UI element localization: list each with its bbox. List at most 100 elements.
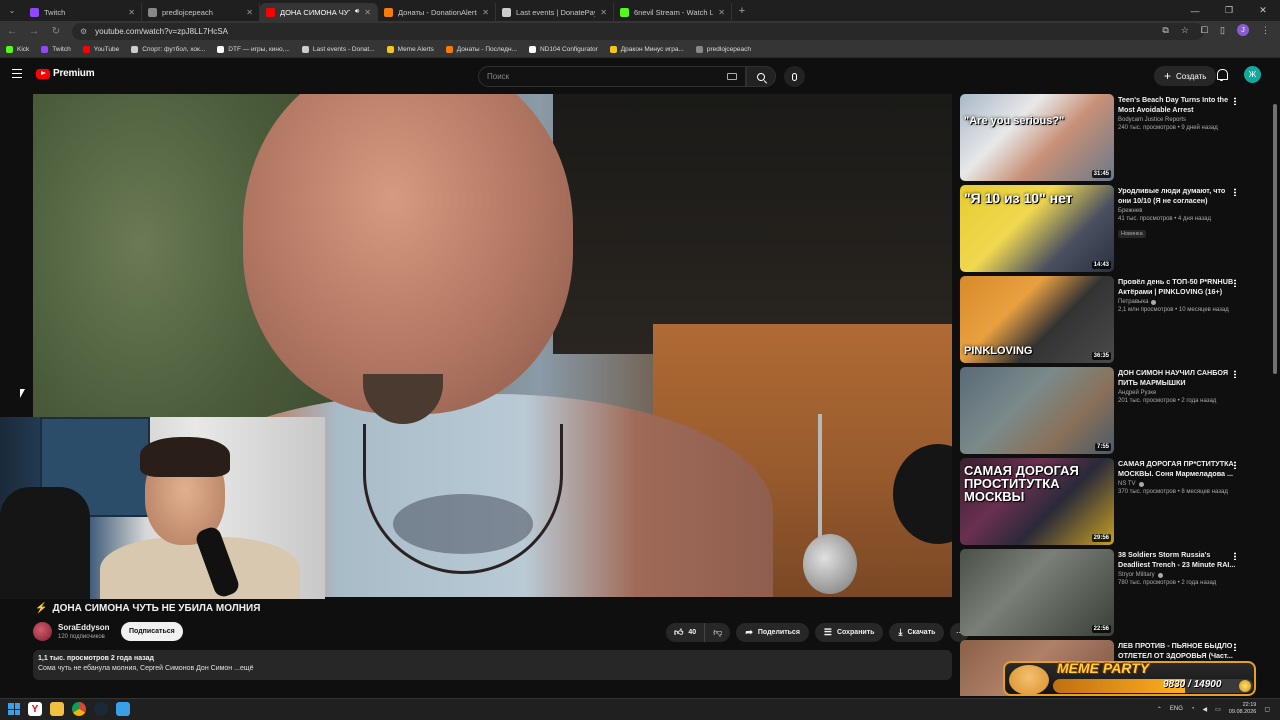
tab-close-icon[interactable]: ✕ [364, 8, 371, 17]
close-icon[interactable]: ✕ [1246, 0, 1280, 21]
extensions-icon[interactable]: ⧠ [1201, 25, 1208, 36]
video-thumbnail[interactable]: САМАЯ ДОРОГАЯ ПРОСТИТУТКА МОСКВЫ 29:56 [960, 458, 1114, 545]
browser-tab[interactable]: predlojcepeach ✕ [142, 3, 260, 21]
bookmark-item[interactable]: Дракон Минус игра... [609, 46, 684, 53]
youtube-logo[interactable]: Premium [36, 68, 95, 79]
scrollbar-thumb[interactable] [1273, 104, 1277, 374]
video-channel[interactable]: Андрей Рузке [1118, 390, 1236, 396]
video-channel[interactable]: Петравыка [1118, 299, 1236, 305]
search-button[interactable] [746, 66, 776, 87]
bookmark-star-icon[interactable]: ☆ [1181, 25, 1189, 36]
like-button[interactable]: 👍︎ 40 [666, 623, 706, 642]
battery-icon[interactable]: ▭ [1215, 706, 1221, 713]
related-video-item[interactable]: PINKLOVING 36:35 Провёл день с ТОП-50 P*RN… [960, 276, 1250, 363]
video-title[interactable]: Провёл день с ТОП-50 P*RNHUB Актёрами | … [1118, 277, 1236, 297]
tab-close-icon[interactable]: ✕ [718, 8, 725, 17]
video-channel[interactable]: Брежнев [1118, 208, 1236, 214]
bookmark-item[interactable]: Спорт: футбол, хок... [131, 46, 205, 53]
video-menu-icon[interactable] [1234, 552, 1236, 560]
bookmark-item[interactable]: Kick [6, 46, 29, 53]
share-button[interactable]: ➦ Поделиться [736, 623, 809, 642]
profile-avatar[interactable]: J [1237, 24, 1249, 36]
url-field[interactable]: ⚙ youtube.com/watch?v=zpJ8LL7HcSA [72, 23, 1204, 40]
clock[interactable]: 22:19 09.08.2026 [1229, 702, 1257, 716]
channel-avatar[interactable] [33, 622, 52, 641]
video-menu-icon[interactable] [1234, 188, 1236, 196]
new-tab-button[interactable]: + [732, 5, 752, 17]
video-menu-icon[interactable] [1234, 97, 1236, 105]
video-title[interactable]: 38 Soldiers Storm Russia's Deadliest Tre… [1118, 550, 1236, 570]
notepad-icon[interactable] [116, 702, 130, 716]
minimize-icon[interactable]: — [1178, 0, 1212, 21]
video-channel[interactable]: Stryor Military [1118, 572, 1236, 578]
install-icon[interactable]: ⧉ [1162, 25, 1168, 36]
related-video-item[interactable]: 7:55 ДОН СИМОН НАУЧИЛ САНБОЯ ПИТЬ МАРМЫШК… [960, 367, 1250, 454]
steam-icon[interactable] [94, 702, 108, 716]
video-menu-icon[interactable] [1234, 461, 1236, 469]
tab-close-icon[interactable]: ✕ [600, 8, 607, 17]
related-video-item[interactable]: "Я 10 из 10" нет 14:43 Уродливые люди дума… [960, 185, 1250, 272]
video-thumbnail[interactable]: 22:56 [960, 549, 1114, 636]
video-title[interactable]: САМАЯ ДОРОГАЯ ПР*СТИТУТКА МОСКВЫ. Соня М… [1118, 459, 1236, 479]
account-avatar[interactable]: Ж [1244, 66, 1261, 83]
bookmark-item[interactable]: Meme Alerts [386, 46, 434, 53]
video-title[interactable]: ЛЕВ ПРОТИВ - ПЬЯНОЕ БЫДЛО ОТЛЕТЕЛ ОТ ЗДО… [1118, 641, 1236, 661]
volume-icon[interactable]: ◀ [1203, 706, 1208, 713]
channel-name[interactable]: SoraEddyson [58, 623, 110, 632]
keyboard-icon[interactable] [727, 73, 737, 80]
hamburger-menu-icon[interactable] [12, 69, 22, 78]
notifications-bell-icon[interactable] [1216, 69, 1228, 81]
bookmark-item[interactable]: Last events - Donat... [301, 46, 375, 53]
file-explorer-icon[interactable] [50, 702, 64, 716]
browser-menu-icon[interactable]: ⋮ [1261, 25, 1270, 36]
video-title[interactable]: ДОН СИМОН НАУЧИЛ САНБОЯ ПИТЬ МАРМЫШКИ [1118, 368, 1236, 388]
tab-close-icon[interactable]: ✕ [128, 8, 135, 17]
browser-tab[interactable]: Twitch ✕ [24, 3, 142, 21]
related-video-item[interactable]: САМАЯ ДОРОГАЯ ПРОСТИТУТКА МОСКВЫ 29:56 САМ… [960, 458, 1250, 545]
sidebar-icon[interactable]: ▯ [1220, 25, 1225, 36]
search-input[interactable]: Поиск [478, 66, 746, 87]
page-scrollbar[interactable] [1272, 94, 1278, 696]
browser-tab[interactable]: ДОНА СИМОНА ЧУТЬ 🔊︎ ✕ [260, 3, 378, 21]
bookmark-item[interactable]: Донаты - Последн... [445, 46, 517, 53]
back-icon[interactable]: ← [6, 26, 18, 37]
related-video-item[interactable]: "Are you serious?" 31:45 Teen's Beach Day … [960, 94, 1250, 181]
video-menu-icon[interactable] [1234, 370, 1236, 378]
save-button[interactable]: ☰ Сохранить [814, 623, 884, 642]
wifi-icon[interactable]: ◔ [1191, 706, 1195, 712]
browser-tab[interactable]: 6nevil Stream - Watch Live on ✕ [614, 3, 732, 21]
chrome-icon[interactable] [72, 702, 86, 716]
tab-audio-icon[interactable]: 🔊︎ [355, 8, 359, 16]
notifications-icon[interactable]: ▢ [1264, 706, 1270, 713]
video-thumbnail[interactable]: 7:55 [960, 367, 1114, 454]
bookmark-item[interactable]: Twitch [41, 46, 71, 53]
bookmark-item[interactable]: ND104 Configurator [528, 46, 598, 53]
video-thumbnail[interactable]: "Are you serious?" 31:45 [960, 94, 1114, 181]
maximize-icon[interactable]: ❐ [1212, 0, 1246, 21]
subscribe-button[interactable]: Подписаться [121, 622, 183, 641]
yandex-browser-icon[interactable]: Y [28, 702, 42, 716]
video-thumbnail[interactable]: "Я 10 из 10" нет 14:43 [960, 185, 1114, 272]
video-thumbnail[interactable]: PINKLOVING 36:35 [960, 276, 1114, 363]
related-video-item[interactable]: 22:56 38 Soldiers Storm Russia's Deadlies… [960, 549, 1250, 636]
create-button[interactable]: + Создать [1154, 66, 1217, 86]
tab-close-icon[interactable]: ✕ [246, 8, 253, 17]
tray-chevron-icon[interactable]: ⌃ [1157, 706, 1162, 713]
video-channel[interactable]: NS TV [1118, 481, 1236, 487]
description-box[interactable]: 1,1 тыс. просмотров 2 года назад Сома чу… [33, 650, 952, 680]
browser-tab[interactable]: Донаты - DonationAlerts ✕ [378, 3, 496, 21]
video-menu-icon[interactable] [1234, 279, 1236, 287]
reload-icon[interactable]: ↻ [50, 26, 62, 37]
video-channel[interactable]: Bodycam Justice Reports [1118, 117, 1236, 123]
voice-search-button[interactable] [784, 66, 805, 87]
bookmark-item[interactable]: YouTube [82, 46, 119, 53]
tab-search-icon[interactable]: ⌄ [0, 0, 24, 21]
video-menu-icon[interactable] [1234, 643, 1236, 651]
download-button[interactable]: ⤓ Скачать [889, 623, 945, 642]
bookmark-item[interactable]: DTF — игры, кино,... [217, 46, 290, 53]
site-info-icon[interactable]: ⚙ [80, 27, 87, 36]
windows-start-icon[interactable] [8, 703, 20, 715]
video-title[interactable]: Teen's Beach Day Turns Into the Most Avo… [1118, 95, 1236, 115]
language-indicator[interactable]: ENG [1170, 706, 1183, 712]
dislike-button[interactable]: 👎︎ [705, 623, 730, 642]
